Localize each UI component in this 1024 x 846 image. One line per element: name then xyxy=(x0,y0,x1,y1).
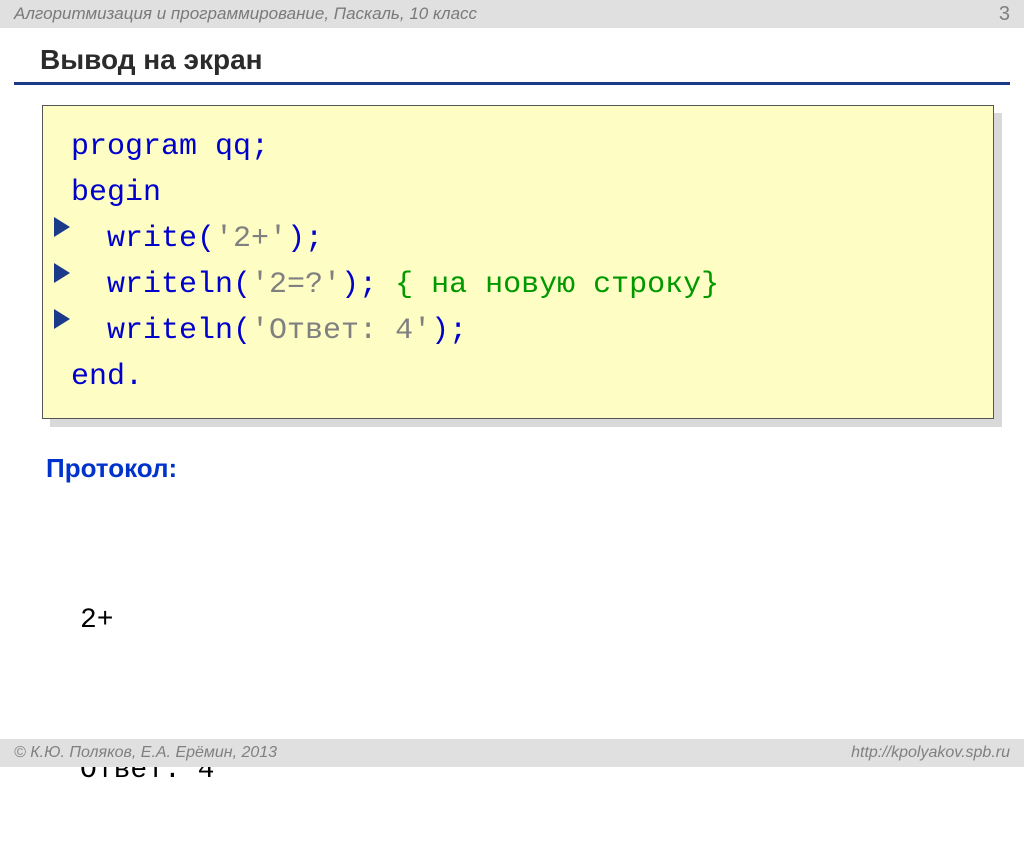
triangle-bullet-icon xyxy=(54,217,70,237)
code-line: writeln('2=?'); { на новую строку} xyxy=(71,262,973,308)
code-line: end. xyxy=(71,354,973,400)
triangle-bullet-icon xyxy=(54,263,70,283)
comment: { на новую строку} xyxy=(395,268,719,302)
keyword: begin xyxy=(71,176,161,210)
course-label: Алгоритмизация и программирование, Паска… xyxy=(14,4,477,24)
keyword: end. xyxy=(71,360,143,394)
copyright-text: © К.Ю. Поляков, Е.А. Ерёмин, 2013 xyxy=(14,744,277,762)
keyword: program xyxy=(71,130,197,164)
function-call: write xyxy=(71,222,197,256)
string-literal: '2+' xyxy=(215,222,287,256)
code-line: begin xyxy=(71,170,973,216)
triangle-bullet-icon xyxy=(54,309,70,329)
footer-bar: © К.Ю. Поляков, Е.А. Ерёмин, 2013 http:/… xyxy=(0,739,1024,767)
code-text: qq; xyxy=(197,130,269,164)
code-line: program qq; xyxy=(71,124,973,170)
code-area: program qq; begin write('2+'); writeln('… xyxy=(42,105,994,419)
paren: ( xyxy=(233,268,251,302)
paren: ( xyxy=(233,314,251,348)
page-number: 3 xyxy=(999,3,1010,26)
function-call: writeln xyxy=(71,314,233,348)
string-literal: 'Ответ: 4' xyxy=(251,314,431,348)
footer-url: http://kpolyakov.spb.ru xyxy=(851,744,1010,762)
code-line: write('2+'); xyxy=(71,216,973,262)
title-underline xyxy=(14,82,1010,85)
paren: ); xyxy=(287,222,323,256)
code-line: writeln('Ответ: 4'); xyxy=(71,308,973,354)
protocol-output: 2+ Ответ: 4 xyxy=(80,496,1024,846)
header-bar: Алгоритмизация и программирование, Паска… xyxy=(0,0,1024,28)
string-literal: '2=?' xyxy=(251,268,341,302)
protocol-label: Протокол: xyxy=(46,453,1024,484)
function-call: writeln xyxy=(71,268,233,302)
bullet-column xyxy=(54,217,70,355)
output-line: 2+ xyxy=(80,596,1024,646)
paren: ); xyxy=(431,314,467,348)
paren: ); xyxy=(341,268,395,302)
paren: ( xyxy=(197,222,215,256)
code-box: program qq; begin write('2+'); writeln('… xyxy=(42,105,994,419)
slide-title: Вывод на экран xyxy=(40,44,1024,76)
